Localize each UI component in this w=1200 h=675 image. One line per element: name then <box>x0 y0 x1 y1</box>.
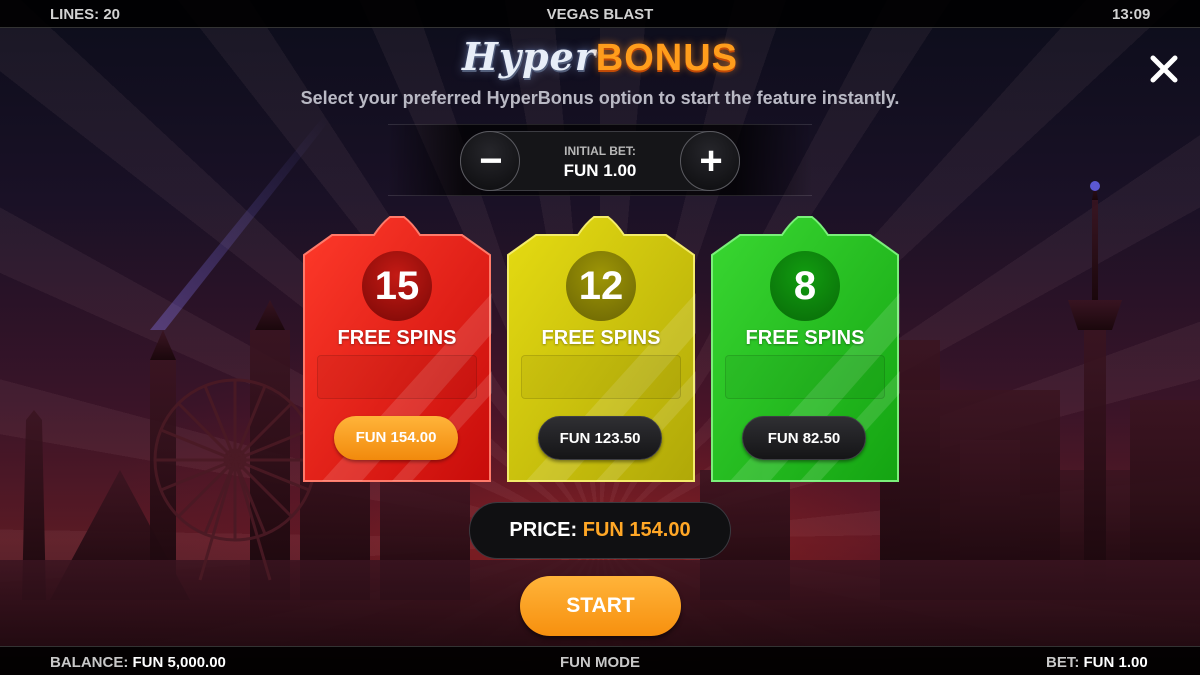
initial-bet-label: INITIAL BET: <box>564 144 636 158</box>
option-card-15-spins[interactable]: 15 FREE SPINS FUN 154.00 <box>302 213 492 485</box>
option-price-button[interactable]: FUN 123.50 <box>538 416 662 460</box>
close-button[interactable] <box>1148 53 1180 85</box>
bet-label: BET: <box>1046 654 1080 671</box>
spins-count-badge: 8 <box>770 251 840 321</box>
free-spins-label: FREE SPINS <box>541 327 661 349</box>
bet-indicator: BET: FUN 1.00 <box>1046 654 1148 671</box>
close-icon <box>1150 55 1178 83</box>
free-spins-label: FREE SPINS <box>337 327 457 349</box>
instructions-text: Select your preferred HyperBonus option … <box>300 88 900 108</box>
plus-icon: + <box>699 139 723 183</box>
logo-hyper-text: Hyper <box>462 34 596 79</box>
card-info-slot <box>521 355 681 399</box>
price-display: PRICE: FUN 154.00 <box>469 502 731 559</box>
game-title: VEGAS BLAST <box>546 6 654 23</box>
bet-value: FUN 1.00 <box>1083 654 1148 671</box>
option-card-12-spins[interactable]: 12 FREE SPINS FUN 123.50 <box>506 213 696 485</box>
option-price-button[interactable]: FUN 82.50 <box>742 416 866 460</box>
hyperbonus-logo: HyperBONUS <box>0 34 1200 80</box>
decrease-bet-button[interactable]: − <box>460 131 520 191</box>
free-spins-label: FREE SPINS <box>745 327 865 349</box>
top-bar: LINES: 20 VEGAS BLAST 13:09 <box>0 0 1200 28</box>
logo-bonus-text: BONUS <box>595 37 738 79</box>
card-info-slot <box>317 355 477 399</box>
price-value: FUN 154.00 <box>582 519 691 541</box>
minus-icon: − <box>479 139 503 183</box>
card-info-slot <box>725 355 885 399</box>
option-card-8-spins[interactable]: 8 FREE SPINS FUN 82.50 <box>710 213 900 485</box>
spins-count-badge: 12 <box>566 251 636 321</box>
fun-mode-indicator: FUN MODE <box>560 654 640 671</box>
initial-bet-value: FUN 1.00 <box>563 161 637 180</box>
bottom-bar: BALANCE: FUN 5,000.00 FUN MODE BET: FUN … <box>0 646 1200 675</box>
price-label: PRICE: <box>509 519 578 541</box>
clock: 13:09 <box>1112 6 1151 23</box>
start-button[interactable]: START <box>520 576 681 636</box>
increase-bet-button[interactable]: + <box>680 131 740 191</box>
spins-count-badge: 15 <box>362 251 432 321</box>
option-price-button[interactable]: FUN 154.00 <box>334 416 458 460</box>
